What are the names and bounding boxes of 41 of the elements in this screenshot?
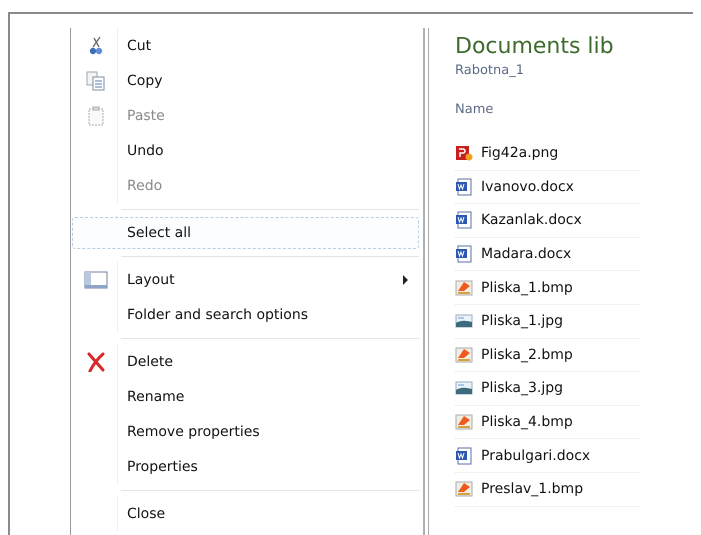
- menu-item[interactable]: Undo: [72, 134, 419, 166]
- file-name[interactable]: Pliska_2.bmp: [481, 346, 573, 363]
- menu-item[interactable]: Remove properties: [72, 416, 419, 448]
- copy-icon: [86, 70, 106, 90]
- layout-icon: [84, 270, 108, 288]
- document-icon: [455, 446, 473, 465]
- menu-item[interactable]: Copy: [72, 64, 419, 96]
- paint-icon: [455, 346, 473, 364]
- paint-icon: [455, 413, 473, 432]
- file-name[interactable]: Madara.docx: [481, 246, 572, 262]
- menu-item[interactable]: Close: [72, 498, 419, 530]
- document-icon: [455, 178, 473, 196]
- menu-item[interactable]: Folder and search options: [72, 298, 419, 330]
- file-name[interactable]: Pliska_1.bmp: [481, 280, 573, 296]
- file-name[interactable]: Pliska_4.bmp: [481, 414, 573, 430]
- clipboard-icon: [87, 106, 105, 126]
- file-name[interactable]: Ivanovo.docx: [481, 178, 574, 195]
- menu-item[interactable]: Select all: [72, 216, 419, 248]
- menu-item[interactable]: Properties: [72, 450, 419, 482]
- column-header[interactable]: Name: [455, 102, 640, 117]
- menu-item[interactable]: Delete: [72, 346, 419, 378]
- photo-icon: [455, 379, 473, 398]
- image-icon: [455, 144, 473, 162]
- menu-item[interactable]: Rename: [72, 380, 419, 412]
- file-name[interactable]: Pliska_3.jpg: [481, 380, 563, 396]
- delete-icon: [86, 352, 106, 372]
- document-icon: [455, 245, 473, 264]
- photo-icon: [455, 312, 473, 330]
- document-icon: [455, 211, 473, 230]
- file-name[interactable]: Prabulgari.docx: [481, 448, 590, 464]
- menu-item[interactable]: Cut: [72, 30, 419, 62]
- scissors-icon: [88, 36, 104, 56]
- library-folder-link[interactable]: Rabotna_1: [455, 63, 640, 78]
- library-title: Documents lib: [455, 34, 615, 59]
- menu-item[interactable]: Layout: [72, 264, 419, 296]
- file-name[interactable]: Preslav_1.bmp: [481, 481, 584, 498]
- file-name[interactable]: Kazanlak.docx: [481, 212, 582, 228]
- paint-icon: [455, 278, 473, 297]
- file-name[interactable]: Pliska_1.jpg: [481, 313, 563, 330]
- paint-icon: [455, 480, 473, 498]
- file-name[interactable]: Fig42a.png: [481, 145, 558, 162]
